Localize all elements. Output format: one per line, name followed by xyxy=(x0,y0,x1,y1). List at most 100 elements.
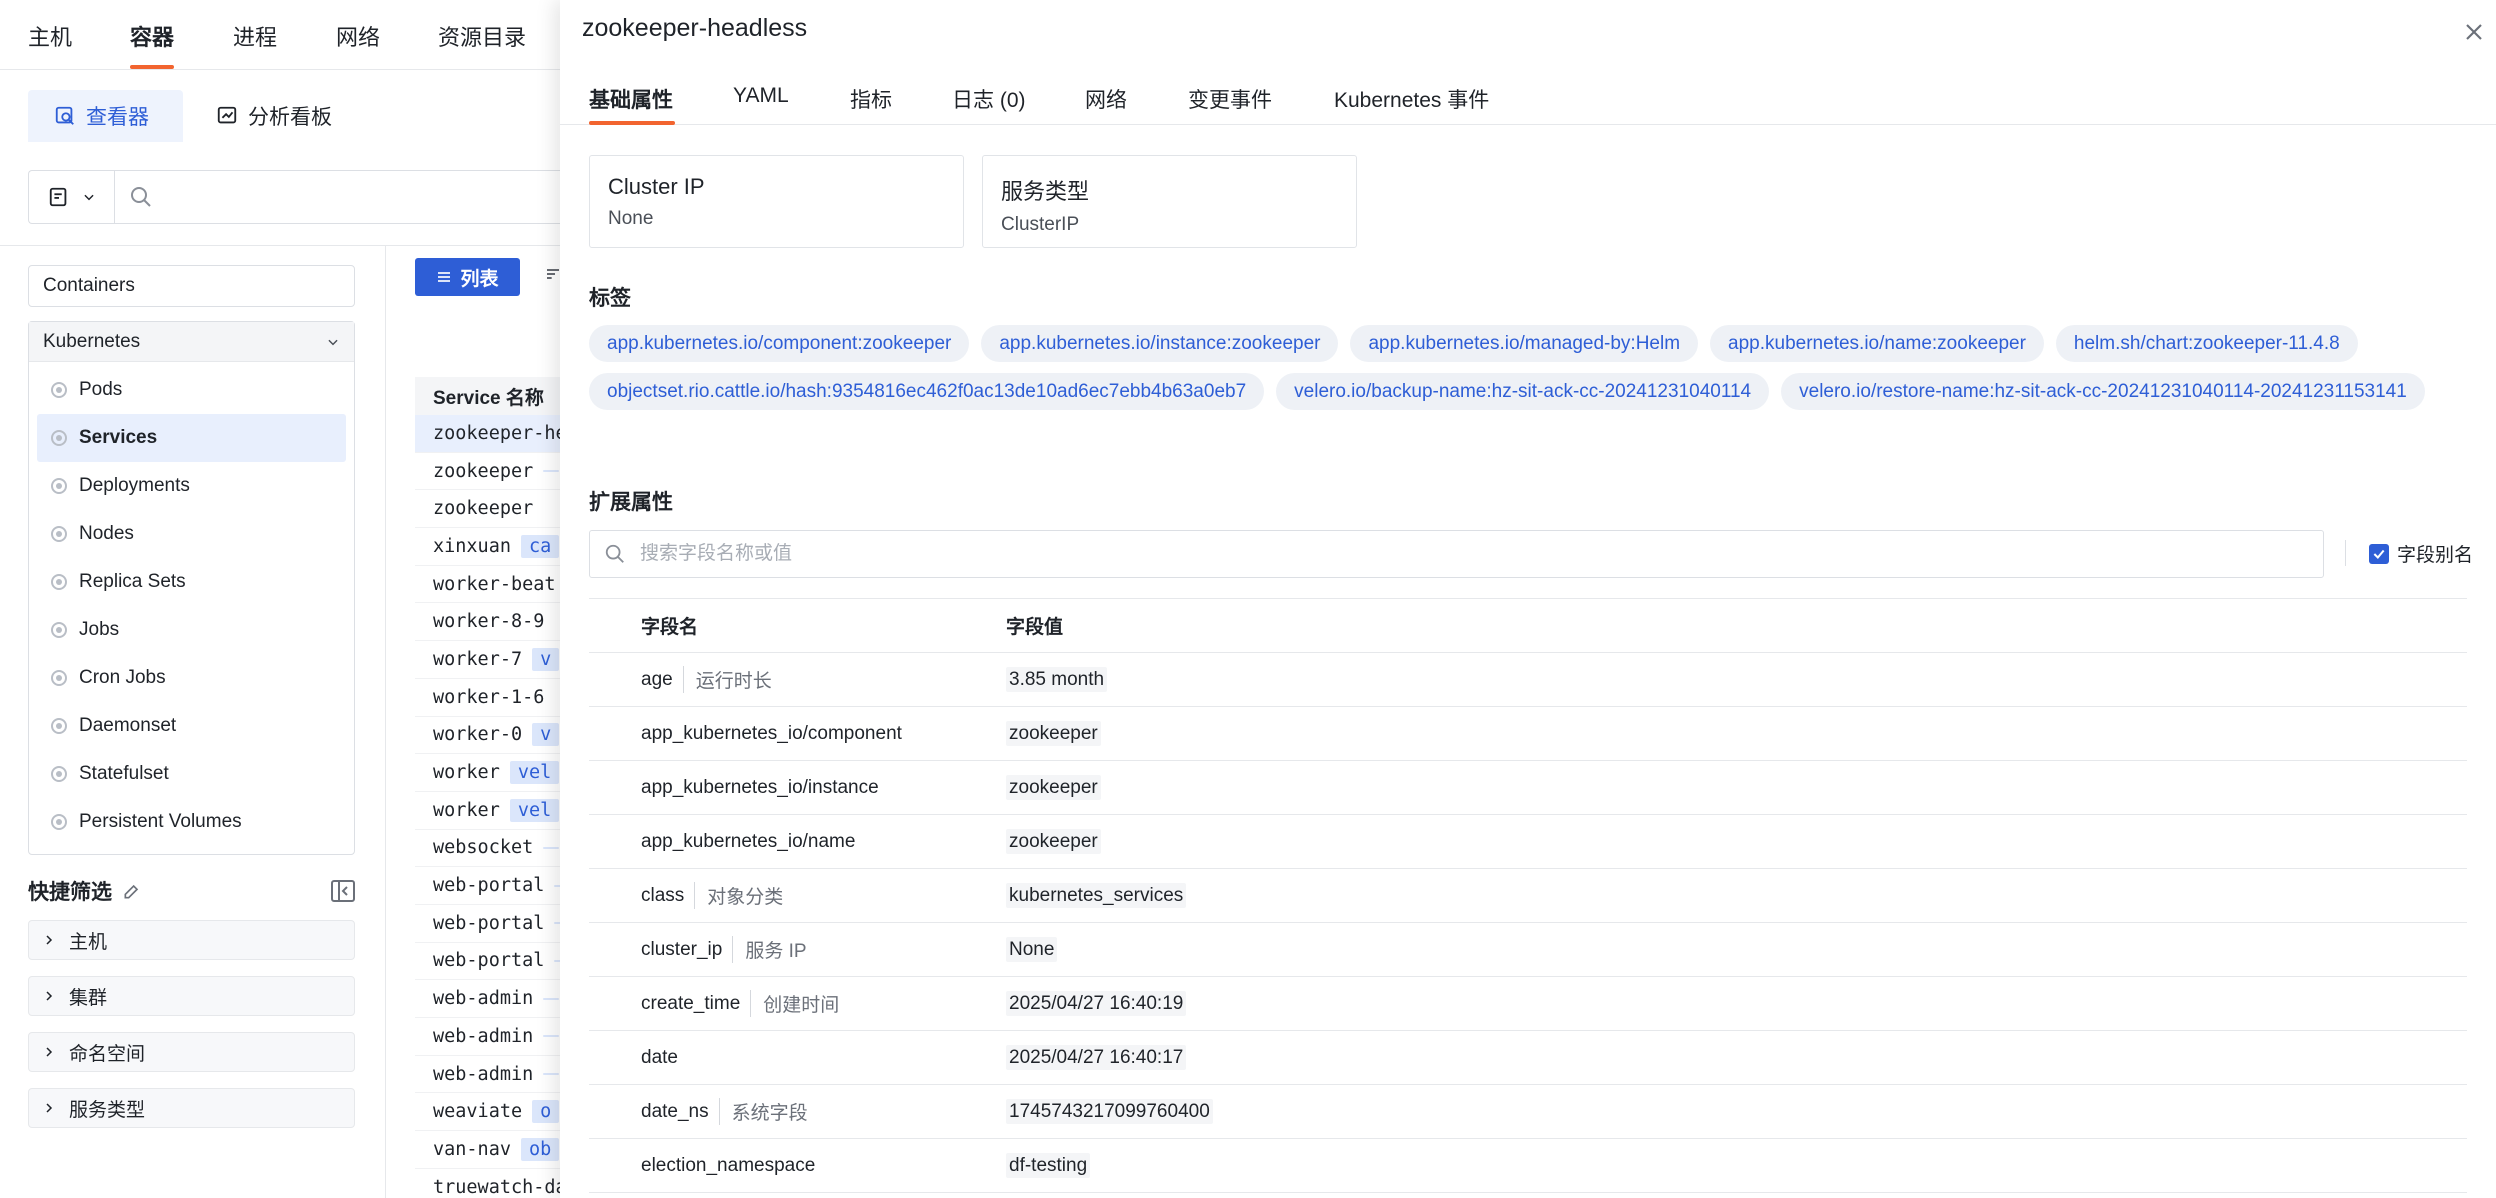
tab-viewer[interactable]: 查看器 xyxy=(28,90,183,142)
service-name: zookeeper-he xyxy=(433,422,560,444)
field-value[interactable]: zookeeper xyxy=(1006,828,1101,854)
field-value-cell: kubernetes_services xyxy=(1003,882,1187,908)
table-row[interactable]: web-portal xyxy=(415,867,560,905)
label-chip[interactable]: helm.sh/chart:zookeeper-11.4.8 xyxy=(2055,325,2358,362)
sidebar-item-daemonset[interactable]: Daemonset xyxy=(37,702,346,750)
label-chip[interactable]: app.kubernetes.io/component:zookeeper xyxy=(589,325,970,362)
field-alias: 服务 IP xyxy=(732,936,807,963)
table-row[interactable]: date 2025/04/27 16:40:17 xyxy=(589,1031,2467,1085)
nav-item-resource-catalog[interactable]: 资源目录 xyxy=(438,20,526,52)
table-row[interactable]: worker vel xyxy=(415,754,560,792)
label-chip[interactable]: app.kubernetes.io/managed-by:Helm xyxy=(1350,325,1699,362)
table-row[interactable]: zookeeper xyxy=(415,453,560,491)
sidebar-item-containers[interactable]: Containers xyxy=(28,265,355,307)
sidebar-item-replica-sets[interactable]: Replica Sets xyxy=(37,558,346,606)
list-view-button[interactable]: 列表 xyxy=(415,258,520,296)
tab-change-events[interactable]: 变更事件 xyxy=(1188,84,1272,114)
sidebar-item-nodes[interactable]: Nodes xyxy=(37,510,346,558)
service-tag: o xyxy=(532,1100,560,1124)
table-row[interactable]: cluster_ip 服务 IP None xyxy=(589,923,2467,977)
table-row[interactable]: worker-1-6 xyxy=(415,679,560,717)
label-chip[interactable]: app.kubernetes.io/instance:zookeeper xyxy=(981,325,1339,362)
sidebar-item-jobs[interactable]: Jobs xyxy=(37,606,346,654)
nav-item-container[interactable]: 容器 xyxy=(130,20,174,52)
label-chip[interactable]: app.kubernetes.io/name:zookeeper xyxy=(1710,325,2044,362)
field-search-input[interactable] xyxy=(640,543,2240,565)
table-row[interactable]: worker vel xyxy=(415,792,560,830)
sidebar-item-statefulset[interactable]: Statefulset xyxy=(37,750,346,798)
field-value[interactable]: 2025/04/27 16:40:17 xyxy=(1006,1044,1187,1070)
nav-item-network[interactable]: 网络 xyxy=(336,20,380,52)
table-row[interactable]: web-portal xyxy=(415,943,560,981)
table-row[interactable]: web-admin xyxy=(415,980,560,1018)
label-chip[interactable]: velero.io/backup-name:hz-sit-ack-cc-2024… xyxy=(1276,373,1770,410)
table-row[interactable]: worker-beat xyxy=(415,566,560,604)
label-chip[interactable]: velero.io/restore-name:hz-sit-ack-cc-202… xyxy=(1781,373,2425,410)
collapse-panel-icon[interactable] xyxy=(331,880,355,902)
field-alias-toggle[interactable]: 字段别名 xyxy=(2369,540,2473,567)
edit-icon[interactable] xyxy=(122,881,142,901)
quick-filter-service-type[interactable]: 服务类型 xyxy=(28,1088,355,1128)
sidebar-item-persistent-volumes[interactable]: Persistent Volumes xyxy=(37,798,346,846)
table-row[interactable]: age 运行时长 3.85 month xyxy=(589,653,2467,707)
table-row[interactable]: date_ns 系统字段 1745743217099760400 xyxy=(589,1085,2467,1139)
table-row[interactable]: xinxuan ca xyxy=(415,528,560,566)
sidebar-item-cron-jobs[interactable]: Cron Jobs xyxy=(37,654,346,702)
table-row[interactable]: truewatch-da xyxy=(415,1169,560,1198)
table-row[interactable]: election_namespace df-testing xyxy=(589,1139,2467,1193)
field-value[interactable]: None xyxy=(1006,936,1058,962)
quick-filter-host[interactable]: 主机 xyxy=(28,920,355,960)
table-row[interactable]: weaviate o xyxy=(415,1093,560,1132)
table-row[interactable]: create_time 创建时间 2025/04/27 16:40:19 xyxy=(589,977,2467,1031)
table-row[interactable]: app_kubernetes_io/name zookeeper xyxy=(589,815,2467,869)
tab-yaml[interactable]: YAML xyxy=(733,84,789,108)
chevron-right-icon xyxy=(46,1103,53,1113)
sidebar-item-pods[interactable]: Pods xyxy=(37,366,346,414)
quick-filter-namespace[interactable]: 命名空间 xyxy=(28,1032,355,1072)
table-row[interactable]: zookeeper xyxy=(415,490,560,529)
field-alias-checkbox[interactable] xyxy=(2369,543,2389,564)
table-row[interactable]: app_kubernetes_io/component zookeeper xyxy=(589,707,2467,761)
kubernetes-group-header[interactable]: Kubernetes xyxy=(29,322,354,362)
nav-item-host[interactable]: 主机 xyxy=(28,20,72,52)
service-name: worker-1-6 xyxy=(433,686,545,708)
tab-basic-properties[interactable]: 基础属性 xyxy=(589,84,673,114)
table-row[interactable]: web-portal xyxy=(415,905,560,943)
field-value[interactable]: kubernetes_services xyxy=(1006,882,1187,908)
table-row[interactable]: app_kubernetes_io/instance zookeeper xyxy=(589,761,2467,815)
query-mode-dropdown[interactable] xyxy=(29,171,115,223)
table-row[interactable]: zookeeper-he xyxy=(415,415,560,453)
field-alias: 创建时间 xyxy=(750,990,839,1017)
field-value[interactable]: zookeeper xyxy=(1006,720,1101,746)
chart-view-icon[interactable] xyxy=(545,266,561,282)
field-value[interactable]: zookeeper xyxy=(1006,774,1101,800)
service-tag xyxy=(543,846,560,849)
tab-logs[interactable]: 日志 (0) xyxy=(952,84,1026,114)
table-row[interactable]: worker-8-9 xyxy=(415,603,560,642)
table-row[interactable]: web-admin xyxy=(415,1018,560,1056)
table-row[interactable]: worker-0 v xyxy=(415,717,560,755)
tab-metrics[interactable]: 指标 xyxy=(850,84,892,114)
tab-kubernetes-events[interactable]: Kubernetes 事件 xyxy=(1334,84,1489,114)
close-icon[interactable] xyxy=(2460,18,2488,46)
tab-dashboard[interactable]: 分析看板 xyxy=(190,90,370,142)
alias-separator xyxy=(2345,540,2346,566)
quick-filter-cluster[interactable]: 集群 xyxy=(28,976,355,1016)
field-value[interactable]: df-testing xyxy=(1006,1152,1091,1178)
nav-item-process[interactable]: 进程 xyxy=(233,20,277,52)
table-row[interactable]: van-nav ob xyxy=(415,1131,560,1169)
sidebar-item-label: Deployments xyxy=(79,475,190,496)
field-value[interactable]: 2025/04/27 16:40:19 xyxy=(1006,990,1187,1016)
field-value[interactable]: 3.85 month xyxy=(1006,666,1108,692)
table-row[interactable]: websocket xyxy=(415,830,560,868)
field-value[interactable]: 1745743217099760400 xyxy=(1006,1098,1213,1124)
label-chip[interactable]: objectset.rio.cattle.io/hash:9354816ec46… xyxy=(589,373,1265,410)
table-row[interactable]: class 对象分类 kubernetes_services xyxy=(589,869,2467,923)
sidebar-item-deployments[interactable]: Deployments xyxy=(37,462,346,510)
sidebar-item-services[interactable]: Services xyxy=(37,414,346,462)
tab-network[interactable]: 网络 xyxy=(1085,84,1127,114)
table-row[interactable]: web-admin xyxy=(415,1056,560,1094)
field-name-cell: app_kubernetes_io/name xyxy=(589,831,1003,853)
service-name-column-header[interactable]: Service 名称 xyxy=(415,377,560,415)
table-row[interactable]: worker-7 v xyxy=(415,641,560,679)
